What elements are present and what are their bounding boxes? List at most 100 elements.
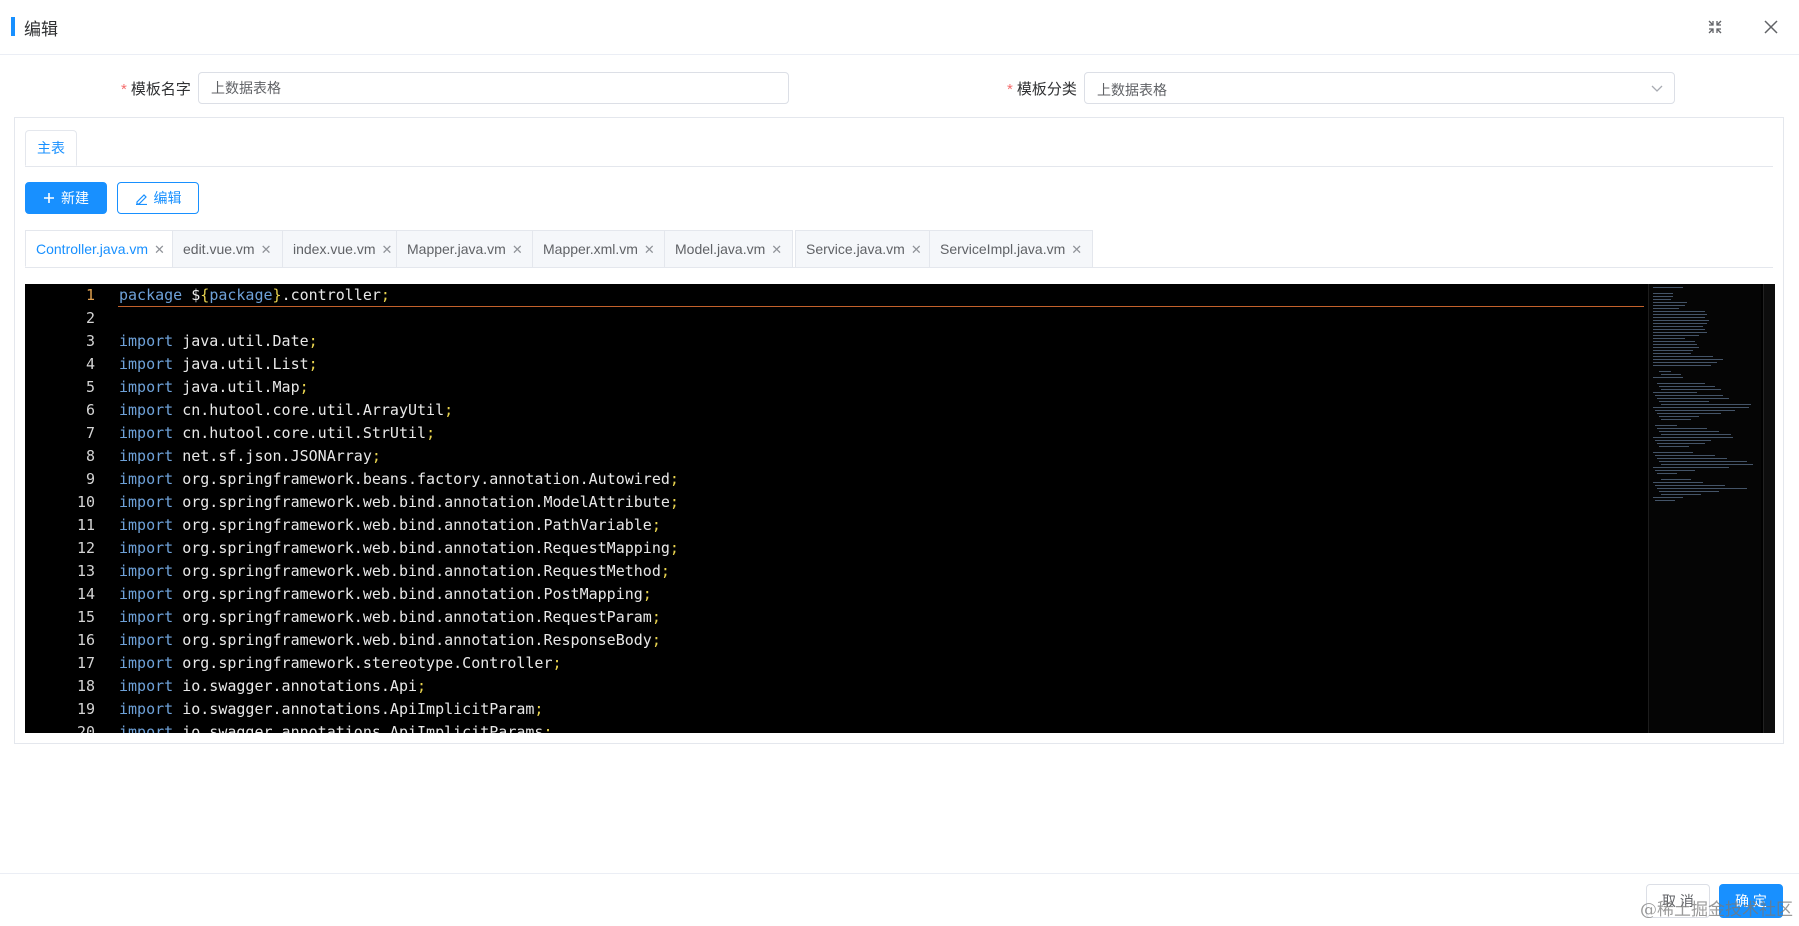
line-number: 6 [85,401,95,419]
minimap-line [1653,314,1707,315]
minimap-line [1653,296,1673,297]
minimap-line [1661,434,1731,435]
code-line[interactable]: 15 import org.springframework.web.bind.an… [25,606,1645,629]
minimap-line [1653,308,1679,309]
file-tab-service-java[interactable]: Service.java.vm ✕ [795,230,933,267]
fullscreen-exit-icon[interactable] [1704,16,1726,38]
code-line[interactable]: 20 import io.swagger.annotations.ApiImpli… [25,721,1645,733]
line-number: 10 [76,493,95,511]
close-icon[interactable]: ✕ [1071,242,1082,257]
close-icon[interactable]: ✕ [771,242,782,257]
code-line[interactable]: 11 import org.springframework.web.bind.an… [25,514,1645,537]
minimap-line [1653,356,1713,357]
minimap-line [1653,365,1711,366]
code-minimap[interactable] [1648,284,1761,733]
minimap-line [1653,392,1697,393]
code-line[interactable]: 1 package ${package}.controller; [25,284,1645,307]
code-line[interactable]: 14 import org.springframework.web.bind.an… [25,583,1645,606]
file-tab-label: edit.vue.vm [183,241,255,257]
minimap-line [1659,386,1715,387]
code-text: import io.swagger.annotations.Api; [119,677,427,695]
code-line[interactable]: 9 import org.springframework.beans.factor… [25,468,1645,491]
line-number: 14 [76,585,95,603]
minimap-line [1653,332,1707,333]
line-number: 7 [85,424,95,442]
watermark: @稀土掘金技术社区 [1640,900,1793,920]
code-line[interactable]: 10 import org.springframework.web.bind.an… [25,491,1645,514]
minimap-line [1653,287,1683,288]
minimap-line [1657,488,1747,489]
code-text: import org.springframework.web.bind.anno… [119,585,652,603]
minimap-line [1653,407,1749,408]
code-line[interactable]: 16 import org.springframework.web.bind.an… [25,629,1645,652]
file-tab-controller[interactable]: Controller.java.vm ✕ [25,230,176,267]
minimap-line [1653,293,1673,294]
required-mark: * [1007,81,1013,98]
code-lines[interactable]: 1 package ${package}.controller; 2 3 import … [25,284,1645,733]
editor-scrollbar[interactable] [1763,284,1775,733]
new-button[interactable]: 新建 [25,182,107,214]
minimap-line [1653,311,1705,312]
close-icon[interactable]: ✕ [644,242,655,257]
minimap-line [1659,401,1709,402]
file-tab-mapper-xml[interactable]: Mapper.xml.vm ✕ [532,230,666,267]
code-line[interactable]: 3 import java.util.Date; [25,330,1645,353]
minimap-line [1653,305,1685,306]
code-line[interactable]: 18 import io.swagger.annotations.Api; [25,675,1645,698]
file-tab-mapper-java[interactable]: Mapper.java.vm ✕ [396,230,534,267]
code-editor[interactable]: 1 package ${package}.controller; 2 3 import … [25,284,1775,733]
minimap-line [1659,431,1719,432]
close-icon[interactable]: ✕ [381,242,392,257]
minimap-line [1653,317,1705,318]
file-tab-model-java[interactable]: Model.java.vm ✕ [664,230,794,267]
code-text: import io.swagger.annotations.ApiImplici… [119,700,544,718]
line-number: 5 [85,378,95,396]
close-icon[interactable]: ✕ [261,242,272,257]
minimap-line [1657,458,1727,459]
file-tab-edit-vue[interactable]: edit.vue.vm ✕ [172,230,283,267]
code-line[interactable]: 6 import cn.hutool.core.util.ArrayUtil; [25,399,1645,422]
minimap-line [1653,320,1709,321]
line-number: 11 [76,516,95,534]
minimap-line [1657,428,1707,429]
code-line[interactable]: 4 import java.util.List; [25,353,1645,376]
template-name-input[interactable] [198,72,789,104]
line-number: 4 [85,355,95,373]
minimap-line [1657,473,1677,474]
dialog-title: 编辑 [24,20,58,39]
line-number: 9 [85,470,95,488]
file-tab-index-vue[interactable]: index.vue.vm ✕ [282,230,404,267]
line-number: 15 [76,608,95,626]
close-icon[interactable]: ✕ [911,242,922,257]
minimap-line [1659,461,1747,462]
code-text: import org.springframework.web.bind.anno… [119,562,670,580]
code-line[interactable]: 2 [25,307,1645,330]
minimap-line [1653,497,1683,498]
file-tab-serviceimpl-java[interactable]: ServiceImpl.java.vm ✕ [929,230,1094,267]
code-line[interactable]: 13 import org.springframework.web.bind.an… [25,560,1645,583]
template-category-label-text: 模板分类 [1016,81,1077,98]
code-line[interactable]: 17 import org.springframework.stereotype.… [25,652,1645,675]
file-tab-label: ServiceImpl.java.vm [940,241,1066,257]
code-line[interactable]: 12 import org.springframework.web.bind.an… [25,537,1645,560]
tab-main-table[interactable]: 主表 [25,130,77,166]
close-icon[interactable]: ✕ [154,242,165,257]
code-line[interactable]: 5 import java.util.Map; [25,376,1645,399]
file-tab-label: Service.java.vm [806,241,905,257]
line-number: 12 [76,539,95,557]
close-icon[interactable] [1760,16,1782,38]
required-mark: * [121,81,127,98]
minimap-line [1655,500,1675,501]
code-text: import cn.hutool.core.util.StrUtil; [119,424,436,442]
code-text: import io.swagger.annotations.ApiImplici… [119,723,553,733]
edit-button[interactable]: 编辑 [117,182,199,214]
template-category-select[interactable]: 上数据表格 [1084,72,1675,104]
minimap-line [1661,389,1721,390]
minimap-line [1653,347,1699,348]
minimap-line [1653,353,1691,354]
code-line[interactable]: 19 import io.swagger.annotations.ApiImpli… [25,698,1645,721]
code-line[interactable]: 7 import cn.hutool.core.util.StrUtil; [25,422,1645,445]
minimap-line [1653,302,1687,303]
close-icon[interactable]: ✕ [512,242,523,257]
code-line[interactable]: 8 import net.sf.json.JSONArray; [25,445,1645,468]
